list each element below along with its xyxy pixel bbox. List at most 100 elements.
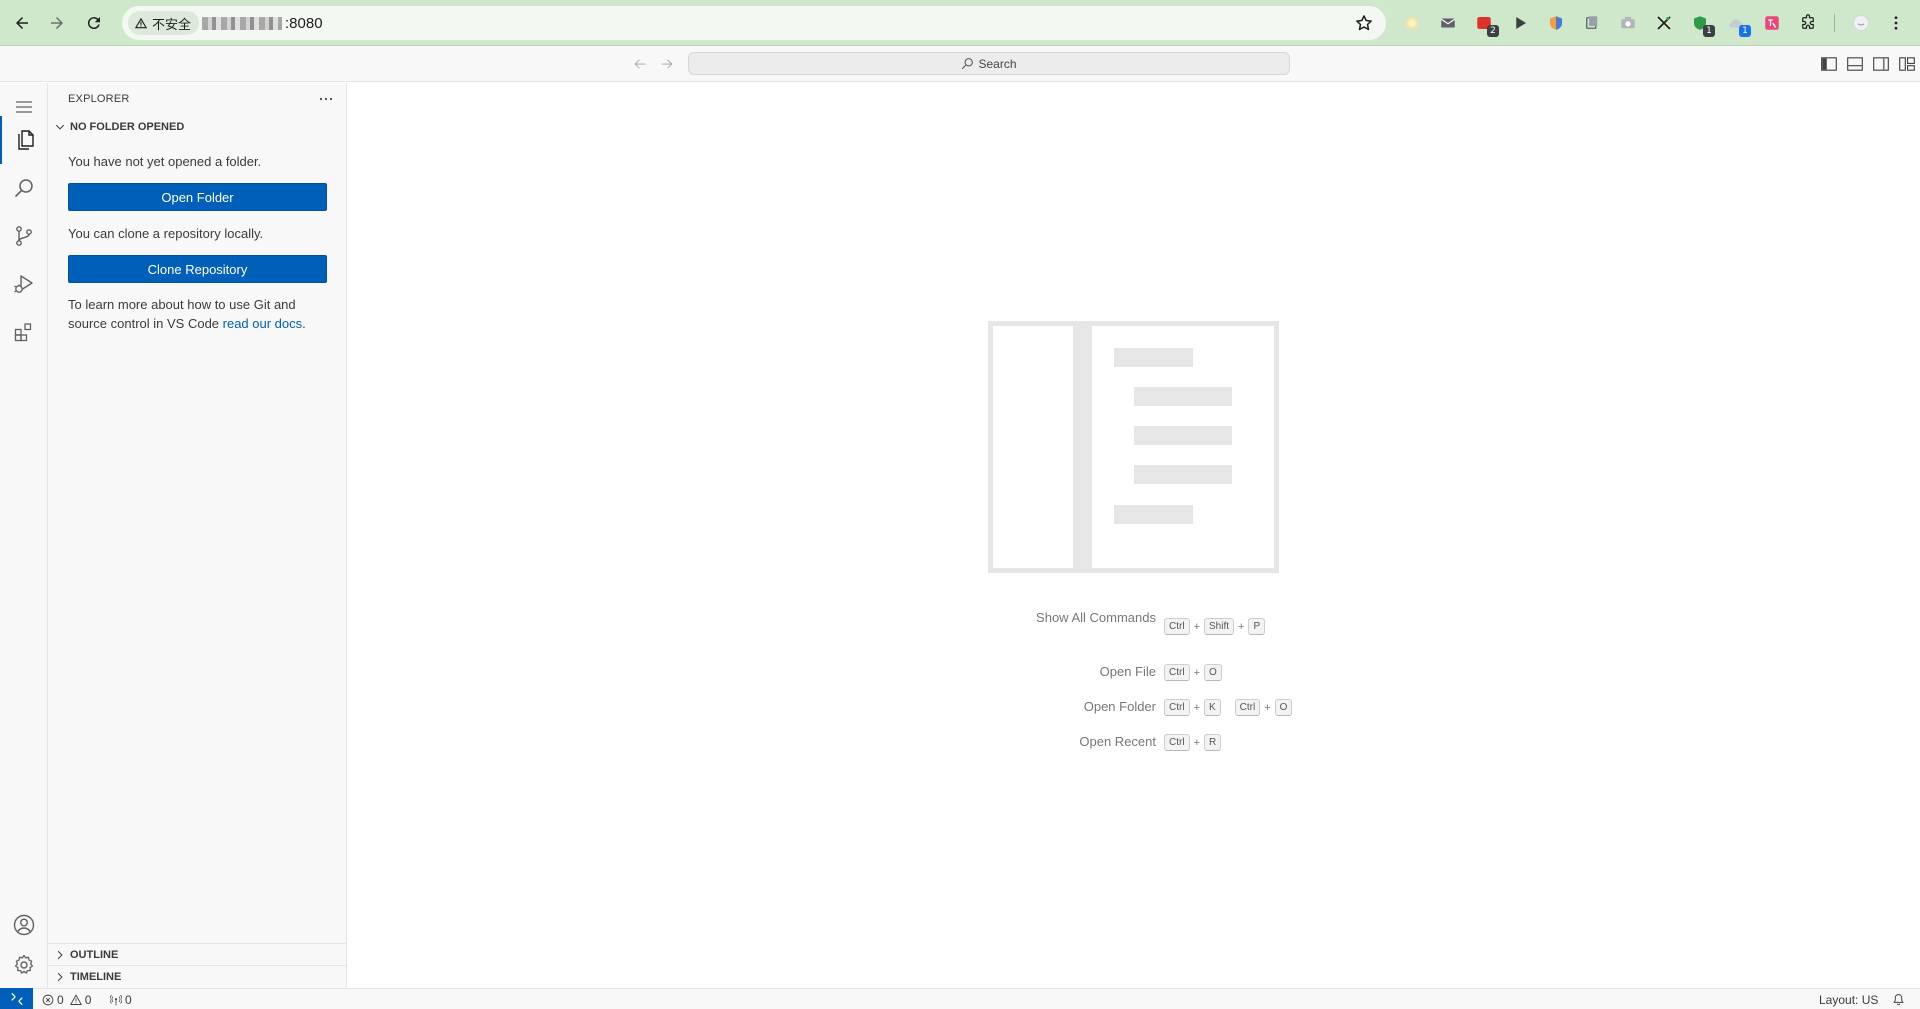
bookmark-star-icon[interactable]	[1354, 13, 1374, 33]
shortcut-row: Show All Commands Ctrl + Shift + P	[908, 608, 1408, 662]
ports-status-item[interactable]: 0	[110, 991, 132, 1008]
problems-status-item[interactable]: 0 0	[42, 991, 91, 1008]
shortcut-label: Open Folder	[1083, 699, 1156, 714]
scissors-extension-icon[interactable]	[1653, 12, 1675, 34]
outline-title: OUTLINE	[70, 948, 119, 961]
open-folder-button[interactable]: Open Folder	[68, 183, 327, 211]
shortcut-row: Open Folder Ctrl + K Ctrl + O	[908, 697, 1408, 732]
shortcut-label: Show All Commands	[1036, 610, 1156, 625]
gear-icon	[14, 954, 34, 974]
plus-sign: +	[1238, 620, 1245, 633]
clone-repository-button[interactable]: Clone Repository	[68, 255, 327, 283]
keyboard-layout-status-item[interactable]: Layout: US	[1819, 991, 1878, 1008]
remote-icon	[10, 992, 23, 1006]
browser-menu-icon[interactable]	[1885, 12, 1907, 34]
remote-indicator-button[interactable]	[0, 988, 33, 1009]
views-more-actions-button[interactable]	[316, 89, 336, 109]
learn-more-end: .	[302, 316, 306, 331]
arrow-right-icon	[661, 59, 673, 69]
red-app-extension-icon[interactable]: 2	[1473, 12, 1499, 37]
keycap: Ctrl	[1164, 618, 1190, 635]
bell-icon	[1893, 993, 1904, 1006]
address-bar[interactable]: 不安全 :8080	[122, 6, 1386, 40]
activity-manage-button[interactable]	[0, 941, 48, 989]
customize-layout-icon[interactable]	[1898, 55, 1916, 73]
search-icon	[14, 179, 33, 198]
timeline-section-header[interactable]: TIMELINE	[48, 965, 347, 987]
read-docs-link[interactable]: read our docs	[223, 316, 303, 331]
mail-extension-icon[interactable]	[1437, 12, 1459, 34]
activity-bar	[0, 83, 48, 988]
keycap: K	[1204, 699, 1221, 716]
learn-more-message: To learn more about how to use Git and s…	[68, 295, 330, 333]
arrow-left-icon	[634, 59, 646, 69]
translate-extension-icon[interactable]	[1761, 12, 1783, 34]
chevron-right-icon	[57, 950, 63, 959]
editor-area: Show All Commands Ctrl + Shift + P Open Fi…	[348, 83, 1920, 988]
go-back-button[interactable]	[630, 54, 650, 74]
keycap: Ctrl	[1164, 699, 1190, 716]
extension-badge: 1	[1739, 25, 1751, 37]
no-folder-section-header[interactable]: NO FOLDER OPENED	[48, 116, 347, 138]
keycap: Ctrl	[1164, 734, 1190, 751]
keyboard-layout-label: Layout: US	[1819, 992, 1879, 1007]
copy-extension-icon[interactable]	[1581, 12, 1603, 34]
cloud-extension-icon[interactable]: 1	[1725, 12, 1751, 37]
shortcut-label: Open File	[1099, 664, 1156, 679]
camera-extension-icon[interactable]	[1617, 12, 1639, 34]
browser-back-button[interactable]	[8, 9, 36, 37]
activity-extensions-button[interactable]	[0, 308, 48, 356]
browser-toolbar: 不安全 :8080 2 1 1	[0, 0, 1920, 46]
shortcut-hints: Show All Commands Ctrl + Shift + P Open Fi…	[908, 608, 1408, 767]
arrow-right-icon	[51, 17, 63, 29]
go-forward-button[interactable]	[657, 54, 677, 74]
no-folder-message: You have not yet opened a folder.	[68, 154, 262, 169]
toggle-panel-icon[interactable]	[1846, 55, 1864, 73]
activity-source-control-button[interactable]	[0, 212, 48, 260]
status-bar: 0 0 0 Layout: US	[0, 988, 1920, 1009]
ports-radio-tower-icon	[110, 994, 122, 1005]
keycap: Ctrl	[1164, 664, 1190, 681]
keycap: Ctrl	[1234, 699, 1261, 716]
site-security-chip[interactable]: 不安全	[128, 11, 200, 35]
chevron-down-icon	[55, 124, 65, 130]
green-shield-extension-icon[interactable]: 1	[1689, 12, 1715, 37]
vscode-watermark-icon	[988, 321, 1279, 573]
circle-extension-icon[interactable]	[1401, 12, 1423, 34]
notifications-button[interactable]	[1892, 991, 1905, 1008]
activity-search-button[interactable]	[0, 164, 48, 212]
shield-extension-icon[interactable]	[1545, 12, 1567, 34]
toggle-secondary-sidebar-icon[interactable]	[1872, 55, 1890, 73]
command-center-label: Search	[978, 56, 1017, 71]
explorer-sidebar: EXPLORER NO FOLDER OPENED You have not y…	[48, 83, 347, 988]
insecure-label: 不安全	[152, 16, 192, 32]
account-icon	[13, 914, 35, 936]
shortcut-keys: Ctrl + R	[1164, 734, 1222, 751]
shortcut-keys: Ctrl + K Ctrl + O	[1164, 699, 1293, 716]
section-title: NO FOLDER OPENED	[70, 121, 185, 133]
outline-section-header[interactable]: OUTLINE	[48, 943, 347, 965]
extension-badge: 2	[1487, 25, 1499, 37]
profile-avatar-icon[interactable]	[1850, 12, 1872, 34]
url-host-blurred	[202, 17, 282, 30]
keycap: Shift	[1204, 618, 1235, 635]
ellipsis-icon	[319, 97, 333, 101]
plus-sign: +	[1193, 736, 1200, 749]
shortcut-row: Open Recent Ctrl + R	[908, 732, 1408, 767]
activity-explorer-button[interactable]	[0, 116, 48, 164]
reload-icon	[87, 17, 100, 30]
error-icon	[42, 994, 54, 1005]
shortcut-label: Open Recent	[1079, 734, 1156, 749]
keycap: P	[1248, 618, 1266, 635]
keycap: R	[1204, 734, 1222, 751]
play-extension-icon[interactable]	[1509, 12, 1531, 34]
command-center-search[interactable]: Search	[688, 52, 1290, 75]
search-icon	[962, 58, 974, 70]
toggle-primary-sidebar-icon[interactable]	[1820, 55, 1838, 73]
browser-reload-button[interactable]	[80, 9, 108, 37]
activity-run-debug-button[interactable]	[0, 260, 48, 308]
sidebar-title: EXPLORER	[68, 93, 130, 105]
puzzle-extensions-icon[interactable]	[1797, 12, 1819, 34]
plus-sign: +	[1193, 620, 1200, 633]
browser-forward-button[interactable]	[43, 9, 71, 37]
